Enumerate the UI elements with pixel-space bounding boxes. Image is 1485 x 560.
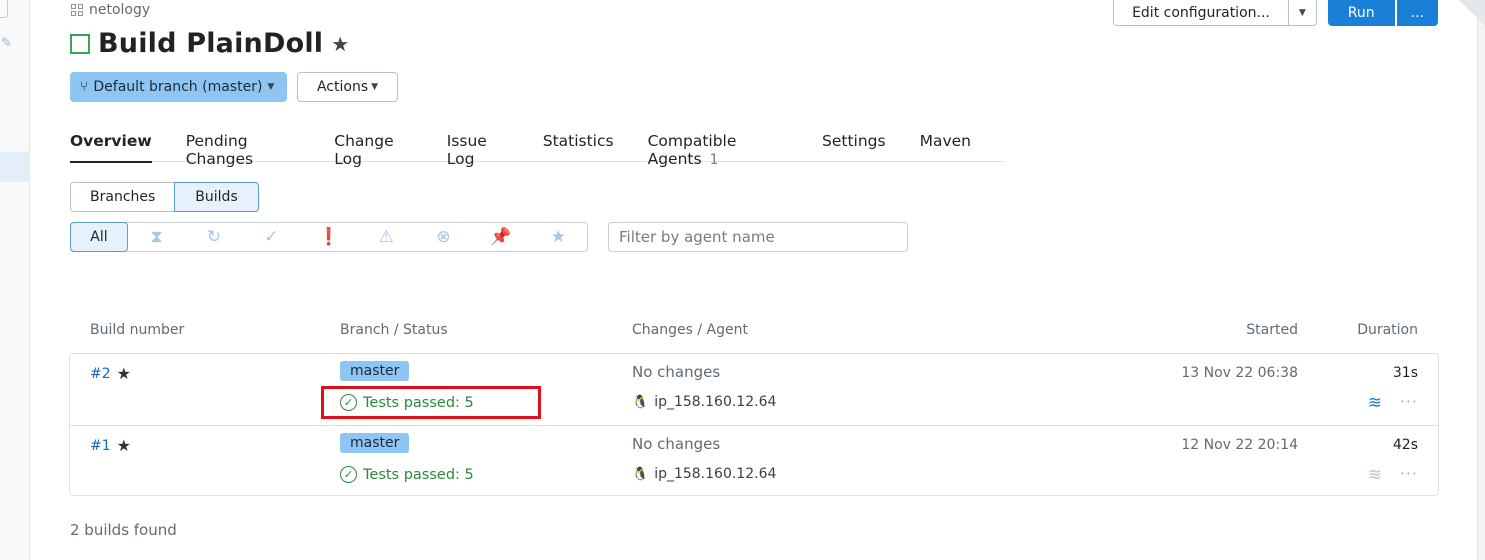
edit-dropdown-button[interactable]: ▼	[1288, 0, 1317, 26]
corner-fold	[1459, 0, 1485, 26]
warning-triangle-icon[interactable]: ⚠	[357, 227, 414, 247]
page-title-row: Build PlainDoll ★	[70, 28, 349, 59]
left-sidebar: ✎	[0, 0, 30, 560]
highlight-box	[321, 386, 541, 419]
linux-icon: 🐧	[632, 466, 649, 482]
agent-link[interactable]: 🐧 ip_158.160.12.64	[632, 394, 776, 410]
branch-badge[interactable]: master	[340, 361, 410, 381]
exclamation-circle-icon[interactable]: ❗	[300, 227, 357, 247]
chevron-down-icon: ▼	[267, 82, 275, 92]
tab-issue-log[interactable]: Issue Log	[447, 128, 509, 168]
branches-toggle-button[interactable]: Branches	[70, 182, 175, 212]
branch-selector[interactable]: ⑂ Default branch (master) ▼	[70, 72, 287, 102]
edit-config-group: Edit configuration... ▼	[1113, 0, 1317, 26]
build-number-link[interactable]: #2 ★	[90, 364, 131, 383]
col-started: Started	[1246, 322, 1298, 338]
star-icon[interactable]: ★	[530, 227, 587, 247]
tab-compatible-agents[interactable]: Compatible Agents 1	[648, 128, 788, 168]
hourglass-icon[interactable]: ⧗	[128, 227, 185, 247]
tab-bar: Overview Pending Changes Change Log Issu…	[70, 128, 1005, 168]
more-options-icon[interactable]: ···	[1400, 464, 1418, 483]
tab-pending-changes[interactable]: Pending Changes	[186, 128, 301, 168]
artifacts-stack-icon[interactable]: ≋	[1368, 465, 1382, 485]
builds-count-text: 2 builds found	[70, 521, 177, 539]
tab-maven[interactable]: Maven	[920, 128, 971, 162]
agents-count-badge: 1	[709, 152, 719, 168]
check-circle-icon: ✓	[340, 466, 357, 483]
col-branch-status: Branch / Status	[340, 322, 448, 338]
right-scroll-edge	[1477, 0, 1485, 560]
build-status-text: Tests passed: 5	[363, 466, 474, 483]
chevron-down-icon: ▼	[371, 82, 379, 92]
actions-button[interactable]: Actions ▼	[297, 72, 398, 102]
star-icon[interactable]: ★	[117, 364, 131, 383]
linux-icon: 🐧	[632, 394, 649, 410]
sidebar-collapse-handle[interactable]	[0, 0, 8, 18]
edit-configuration-button[interactable]: Edit configuration...	[1113, 0, 1289, 26]
started-time: 12 Nov 22 20:14	[1181, 437, 1298, 453]
build-status-square-icon	[70, 33, 90, 54]
branch-icon: ⑂	[80, 79, 89, 95]
agent-filter-input[interactable]	[608, 222, 908, 252]
tab-statistics[interactable]: Statistics	[543, 128, 614, 162]
builds-table: #2 ★ master ✓ Tests passed: 5 No changes…	[69, 353, 1439, 496]
running-icon[interactable]: ↻	[185, 227, 242, 247]
started-time: 13 Nov 22 06:38	[1181, 365, 1298, 381]
col-duration: Duration	[1357, 322, 1418, 338]
page-title: Build PlainDoll	[98, 28, 324, 59]
status-filter-bar: All ⧗ ↻ ✓ ❗ ⚠ ⊗ 📌 ★	[70, 222, 588, 252]
table-row: #2 ★ master ✓ Tests passed: 5 No changes…	[70, 354, 1438, 425]
check-circle-icon[interactable]: ✓	[243, 227, 300, 247]
view-toggle: Branches Builds	[70, 182, 259, 212]
cancel-circle-icon[interactable]: ⊗	[415, 227, 472, 247]
more-options-icon[interactable]: ···	[1400, 392, 1418, 411]
tab-change-log[interactable]: Change Log	[334, 128, 412, 168]
col-changes-agent: Changes / Agent	[632, 322, 748, 338]
project-grid-icon	[71, 4, 83, 16]
duration-value: 31s	[1392, 365, 1418, 381]
tab-overview[interactable]: Overview	[70, 128, 152, 163]
pin-icon[interactable]: 📌	[472, 227, 529, 247]
table-row: #1 ★ master ✓ Tests passed: 5 No changes…	[70, 425, 1438, 496]
changes-text: No changes	[632, 435, 721, 453]
run-button[interactable]: Run	[1327, 0, 1395, 26]
branch-selector-label: Default branch (master)	[93, 79, 263, 95]
actions-label: Actions	[316, 79, 369, 95]
artifacts-stack-icon[interactable]: ≋	[1368, 393, 1382, 413]
build-number-link[interactable]: #1 ★	[90, 436, 131, 455]
agent-name: ip_158.160.12.64	[654, 466, 777, 482]
agent-name: ip_158.160.12.64	[654, 394, 777, 410]
col-build-number: Build number	[90, 322, 185, 338]
builds-toggle-button[interactable]: Builds	[174, 182, 259, 212]
sidebar-selected-item[interactable]	[0, 152, 30, 182]
run-options-button[interactable]: ...	[1396, 0, 1438, 26]
filter-all-button[interactable]: All	[70, 222, 128, 252]
star-icon[interactable]: ★	[117, 436, 131, 455]
breadcrumb[interactable]: netology	[71, 2, 150, 18]
table-header: Build number Branch / Status Changes / A…	[70, 322, 1438, 342]
header-actions: Edit configuration... ▼ Run ...	[1113, 0, 1438, 26]
edit-icon[interactable]: ✎	[1, 36, 12, 51]
chevron-down-icon: ▼	[1298, 7, 1306, 18]
run-group: Run ...	[1327, 0, 1438, 26]
tab-settings[interactable]: Settings	[822, 128, 886, 162]
build-status[interactable]: ✓ Tests passed: 5	[340, 466, 474, 483]
changes-text: No changes	[632, 363, 721, 381]
agent-link[interactable]: 🐧 ip_158.160.12.64	[632, 466, 776, 482]
branch-badge[interactable]: master	[340, 433, 410, 453]
duration-value: 42s	[1392, 437, 1418, 453]
breadcrumb-project[interactable]: netology	[89, 2, 150, 18]
favorite-star-icon[interactable]: ★	[331, 32, 349, 56]
